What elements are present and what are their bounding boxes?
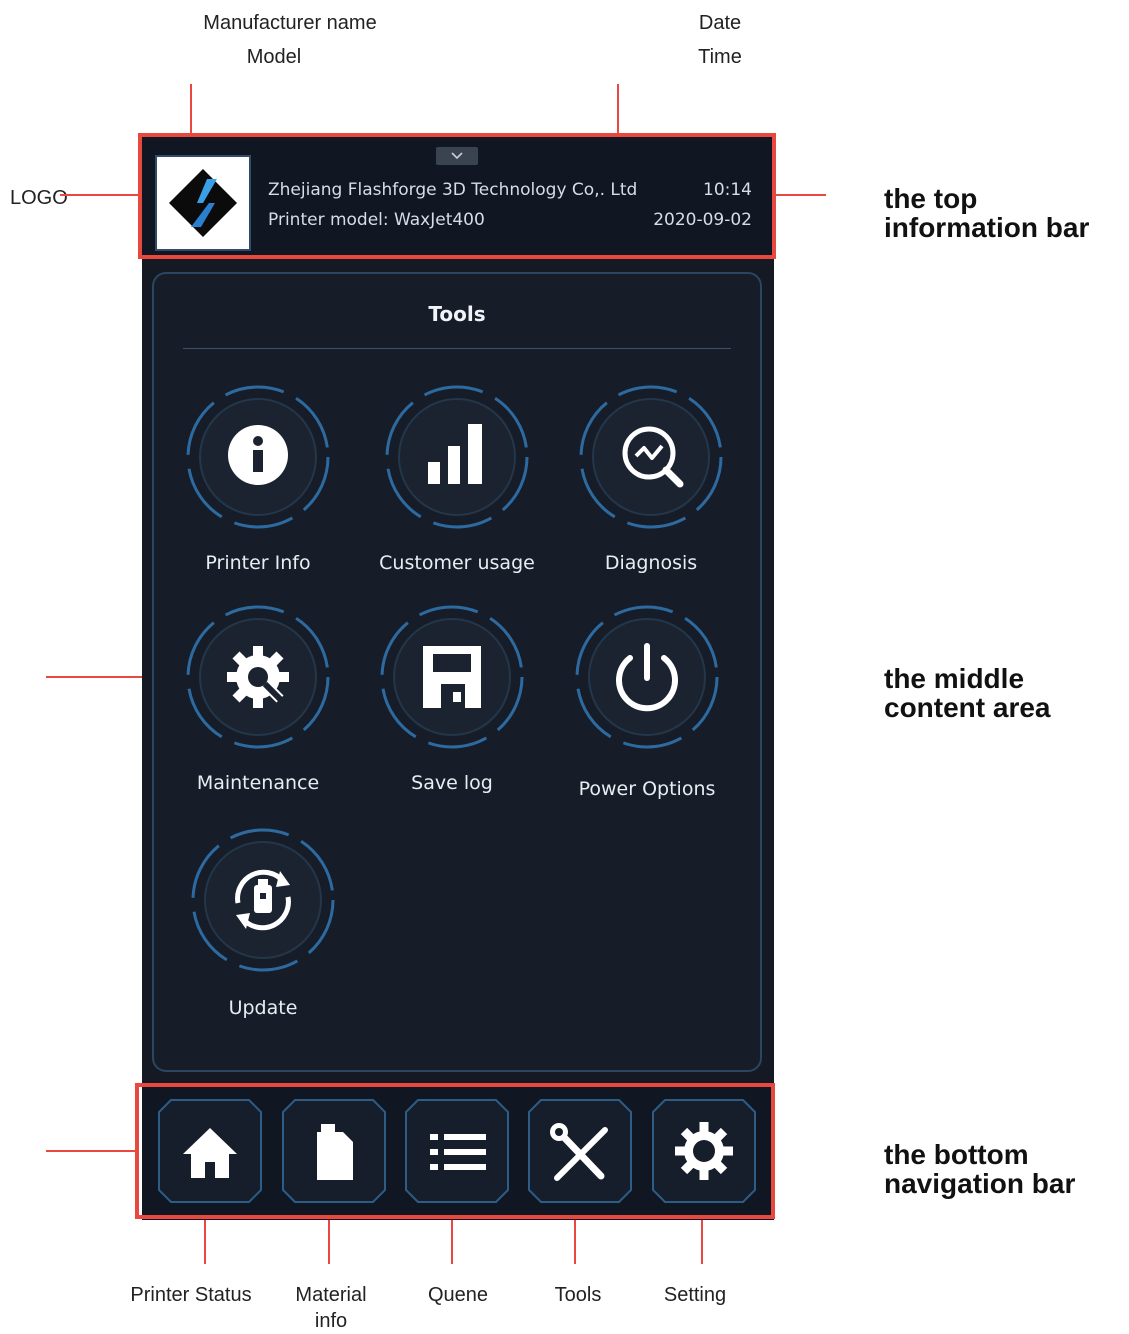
- tool-printer-info[interactable]: Printer Info: [158, 382, 358, 592]
- maintenance-gear-icon: [186, 605, 330, 749]
- leader-line-nav-2: [328, 1218, 330, 1264]
- annotation-nav-setting: Setting: [663, 1284, 727, 1306]
- panel-divider: [183, 348, 731, 349]
- annotation-middle-area: the middle content area: [884, 663, 1051, 724]
- tool-update[interactable]: Update: [163, 825, 363, 1035]
- tool-label: Diagnosis: [604, 552, 698, 574]
- leader-line-bottom-bar: [46, 1150, 138, 1152]
- annotation-date: Date: [698, 12, 742, 34]
- tool-label: Save log: [411, 772, 493, 794]
- tool-save-log[interactable]: Save log: [352, 602, 552, 812]
- annotation-nav-material-info: Material info: [295, 1284, 367, 1332]
- update-usb-icon: [191, 828, 335, 972]
- leader-line-middle-area: [46, 676, 146, 678]
- annotation-nav-queue: Quene: [427, 1284, 489, 1306]
- tool-label: Printer Info: [205, 552, 311, 574]
- panel-title: Tools: [428, 302, 486, 326]
- save-icon: [380, 605, 524, 749]
- top-bar-highlight: [138, 133, 776, 259]
- tool-diagnosis[interactable]: Diagnosis: [551, 382, 751, 592]
- leader-line-nav-5: [701, 1218, 703, 1264]
- leader-line-nav-4: [574, 1218, 576, 1264]
- bottom-bar-highlight: [135, 1083, 775, 1219]
- tool-label: Update: [228, 997, 298, 1019]
- tool-power-options[interactable]: Power Options: [547, 602, 747, 812]
- info-icon: [186, 385, 330, 529]
- tool-label: Customer usage: [379, 552, 535, 574]
- annotation-time: Time: [698, 46, 742, 68]
- power-icon: [575, 605, 719, 749]
- tool-label: Power Options: [578, 778, 716, 800]
- annotation-model: Model: [246, 46, 302, 68]
- annotation-nav-tools: Tools: [554, 1284, 602, 1306]
- leader-line-nav-1: [204, 1218, 206, 1264]
- bar-chart-icon: [385, 385, 529, 529]
- diagnosis-icon: [579, 385, 723, 529]
- annotation-top-bar: the top information bar: [884, 183, 1090, 244]
- tool-label: Maintenance: [196, 772, 320, 794]
- annotation-logo: LOGO: [10, 187, 68, 209]
- tool-maintenance[interactable]: Maintenance: [158, 602, 358, 812]
- annotation-bottom-bar: the bottom navigation bar: [884, 1139, 1076, 1200]
- leader-line-nav-3: [451, 1218, 453, 1264]
- annotation-manufacturer-name: Manufacturer name: [203, 12, 377, 34]
- tool-customer-usage[interactable]: Customer usage: [357, 382, 557, 592]
- annotation-nav-printer-status: Printer Status: [130, 1284, 252, 1306]
